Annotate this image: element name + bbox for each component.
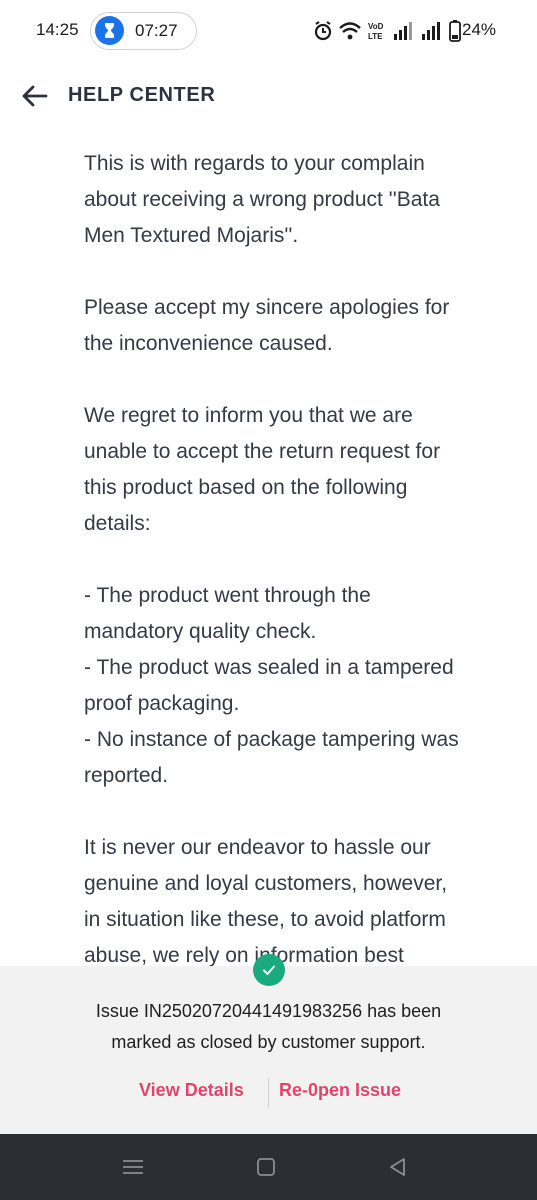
system-nav-bar bbox=[0, 1134, 537, 1200]
app-header: HELP CENTER bbox=[0, 62, 537, 132]
signal-icon-1 bbox=[394, 22, 412, 40]
message-line: This is with regards to your complain bbox=[84, 152, 425, 175]
message-line: - No instance of package tampering was bbox=[84, 728, 459, 751]
message-line: in situation like these, to avoid platfo… bbox=[84, 908, 446, 931]
message-line: reported. bbox=[84, 764, 169, 787]
issue-closed-panel: Issue IN25020720441491983256 has been ma… bbox=[0, 954, 537, 1134]
message-line: abuse, we rely on information best bbox=[84, 944, 404, 966]
issue-closed-message: Issue IN25020720441491983256 has been ma… bbox=[40, 996, 497, 1058]
signal-icon-2 bbox=[422, 22, 440, 40]
message-line: this product based on the following bbox=[84, 476, 408, 499]
timer-text: 07:27 bbox=[135, 21, 178, 40]
svg-text:VoD: VoD bbox=[368, 22, 384, 31]
check-circle-icon bbox=[253, 954, 285, 986]
support-message: This is with regards to your complain ab… bbox=[84, 146, 484, 966]
timer-pill[interactable]: 07:27 bbox=[90, 12, 197, 50]
page-title: HELP CENTER bbox=[68, 84, 216, 106]
battery-icon bbox=[449, 20, 461, 42]
status-icons: VoD LTE bbox=[312, 18, 462, 44]
status-time: 14:25 bbox=[36, 20, 79, 39]
message-line: Men Textured Mojaris''. bbox=[84, 224, 299, 247]
message-line: the inconvenience caused. bbox=[84, 332, 333, 355]
alarm-icon bbox=[314, 21, 332, 41]
action-divider bbox=[268, 1078, 269, 1108]
svg-text:LTE: LTE bbox=[368, 32, 383, 41]
message-line: mandatory quality check. bbox=[84, 620, 317, 643]
message-line: - The product was sealed in a tampered bbox=[84, 656, 454, 679]
home-square-icon[interactable] bbox=[251, 1154, 281, 1180]
menu-icon[interactable] bbox=[118, 1154, 148, 1180]
message-line: about receiving a wrong product ''Bata bbox=[84, 188, 440, 211]
message-line: We regret to inform you that we are bbox=[84, 404, 413, 427]
issue-closed-line-2: marked as closed by customer support. bbox=[111, 1032, 426, 1052]
message-line: genuine and loyal customers, however, bbox=[84, 872, 448, 895]
message-line: details: bbox=[84, 512, 151, 535]
issue-closed-line-1: Issue IN25020720441491983256 has been bbox=[95, 1001, 442, 1021]
wifi-icon bbox=[339, 22, 361, 40]
reopen-issue-button[interactable]: Re-0pen Issue bbox=[279, 1080, 401, 1101]
battery-percent: 24% bbox=[462, 20, 497, 39]
back-triangle-icon[interactable] bbox=[383, 1154, 413, 1180]
message-line: unable to accept the return request for bbox=[84, 440, 441, 463]
message-line: proof packaging. bbox=[84, 692, 240, 715]
hourglass-icon bbox=[95, 16, 124, 45]
volte-icon: VoD LTE bbox=[368, 22, 384, 41]
status-bar: 14:25 07:27 VoD LTE 24% bbox=[0, 0, 537, 62]
arrow-left-icon bbox=[22, 85, 48, 107]
message-line: Please accept my sincere apologies for bbox=[84, 296, 450, 319]
view-details-button[interactable]: View Details bbox=[139, 1080, 244, 1101]
message-line: It is never our endeavor to hassle our bbox=[84, 836, 431, 859]
message-line: - The product went through the bbox=[84, 584, 371, 607]
issue-actions: View Details Re-0pen Issue bbox=[0, 1076, 537, 1110]
back-button[interactable] bbox=[14, 76, 54, 116]
